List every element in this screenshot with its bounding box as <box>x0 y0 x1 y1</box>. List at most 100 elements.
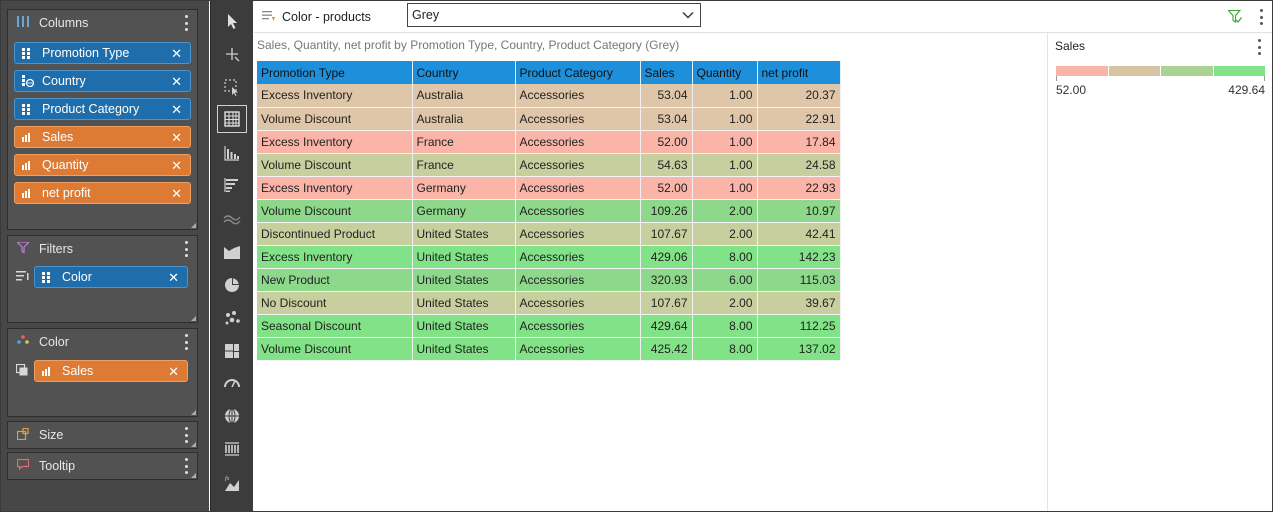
color-select-dropdown[interactable]: Grey <box>407 3 701 27</box>
table-cell: 112.25 <box>757 314 841 338</box>
table-cell: 1.00 <box>692 176 758 200</box>
formula-chart-icon[interactable]: fx <box>217 469 247 497</box>
treemap-icon[interactable] <box>217 337 247 365</box>
tooltip-menu-icon[interactable] <box>183 458 189 474</box>
scatter-icon[interactable] <box>217 304 247 332</box>
dimension-icon <box>42 271 54 283</box>
copy-style-icon[interactable] <box>15 363 28 379</box>
filter-list-icon[interactable] <box>16 271 29 285</box>
table-cell: Germany <box>412 176 516 200</box>
remove-icon[interactable]: ✕ <box>171 46 182 62</box>
remove-icon[interactable]: ✕ <box>168 270 179 286</box>
bar-chart-icon[interactable] <box>217 171 247 199</box>
resize-corner-icon[interactable] <box>191 410 196 415</box>
pointer-icon[interactable] <box>217 7 247 35</box>
columns-label: Columns <box>39 16 89 30</box>
table-cell: Accessories <box>515 291 641 315</box>
legend-menu-icon[interactable] <box>1258 39 1262 55</box>
remove-icon[interactable]: ✕ <box>171 74 182 90</box>
remove-icon[interactable]: ✕ <box>171 102 182 118</box>
legend-swatch <box>1213 66 1265 76</box>
table-cell: Volume Discount <box>257 199 413 223</box>
table-row[interactable]: Excess Inventory Germany Accessories 52.00 1… <box>257 176 841 200</box>
table-row[interactable]: Seasonal Discount United States Accessorie… <box>257 314 841 338</box>
table-row[interactable]: New Product United States Accessories 320.9… <box>257 268 841 292</box>
remove-icon[interactable]: ✕ <box>171 158 182 174</box>
select-value: Grey <box>412 8 440 22</box>
filter-check-icon[interactable] <box>1227 9 1243 24</box>
field-pill-quantity[interactable]: Quantity ✕ <box>14 154 191 176</box>
line-chart-icon[interactable] <box>217 205 247 233</box>
field-pill-product-category[interactable]: Product Category ✕ <box>14 98 191 120</box>
table-row[interactable]: Excess Inventory United States Accessories… <box>257 245 841 269</box>
legend-panel: Sales 52.00 429.64 <box>1047 33 1272 511</box>
field-pill-sales[interactable]: Sales ✕ <box>14 126 191 148</box>
table-cell: 53.04 <box>640 84 693 108</box>
filters-header: Filters <box>8 236 197 262</box>
column-header[interactable]: Quantity <box>692 61 758 84</box>
table-row[interactable]: Discontinued Product United States Accesso… <box>257 222 841 246</box>
field-pill-country[interactable]: Country ✕ <box>14 70 191 92</box>
resize-corner-icon[interactable] <box>191 473 196 478</box>
size-section[interactable]: Size <box>7 421 198 449</box>
table-cell: 54.63 <box>640 153 693 177</box>
pill-label: Country <box>42 74 86 88</box>
column-header[interactable]: Country <box>412 61 516 84</box>
column-header[interactable]: Sales <box>640 61 693 84</box>
size-icon <box>16 427 30 443</box>
color-pill-sales[interactable]: Sales ✕ <box>34 360 188 382</box>
pivot-grid-icon[interactable] <box>217 435 247 463</box>
gauge-icon[interactable] <box>217 369 247 397</box>
column-header[interactable]: Product Category <box>515 61 641 84</box>
table-row[interactable]: Volume Discount United States Accessories 4… <box>257 337 841 361</box>
color-menu-icon[interactable] <box>183 334 189 350</box>
filter-pill-color[interactable]: Color ✕ <box>34 266 188 288</box>
area-chart-icon[interactable] <box>217 238 247 266</box>
table-row[interactable]: Volume Discount Germany Accessories 109.26 2… <box>257 199 841 223</box>
table-cell: 1.00 <box>692 84 758 108</box>
color-legend-bar <box>1056 66 1265 76</box>
table-cell: New Product <box>257 268 413 292</box>
resize-corner-icon[interactable] <box>191 442 196 447</box>
table-cell: 22.93 <box>757 176 841 200</box>
column-header[interactable]: net profit <box>757 61 841 84</box>
size-menu-icon[interactable] <box>183 427 189 443</box>
pie-chart-icon[interactable] <box>217 271 247 299</box>
table-row[interactable]: Excess Inventory Australia Accessories 53.0… <box>257 84 841 108</box>
table-cell: 8.00 <box>692 245 758 269</box>
resize-corner-icon[interactable] <box>191 316 196 321</box>
pill-label: Sales <box>62 364 94 378</box>
table-row[interactable]: Volume Discount Australia Accessories 53.04… <box>257 107 841 131</box>
table-row[interactable]: Volume Discount France Accessories 54.63 1.0… <box>257 153 841 177</box>
table-icon[interactable] <box>217 105 247 133</box>
column-header[interactable]: Promotion Type <box>257 61 413 84</box>
field-pill-net-profit[interactable]: net profit ✕ <box>14 182 191 204</box>
data-table: Promotion Type Country Product Category … <box>257 61 841 361</box>
remove-icon[interactable]: ✕ <box>171 186 182 202</box>
table-row[interactable]: No Discount United States Accessories 107.6… <box>257 291 841 315</box>
filters-menu-icon[interactable] <box>183 241 189 257</box>
marquee-select-icon[interactable] <box>217 73 247 101</box>
remove-icon[interactable]: ✕ <box>168 364 179 380</box>
legend-max-value: 429.64 <box>1228 83 1265 97</box>
table-cell: 1.00 <box>692 130 758 154</box>
filter-funnel-icon <box>15 241 31 256</box>
table-header-row: Promotion Type Country Product Category … <box>257 61 841 84</box>
table-cell: Australia <box>412 107 516 131</box>
resize-corner-icon[interactable] <box>191 223 196 228</box>
columns-section: Columns Promotion Type ✕ Country ✕ Produ… <box>7 9 198 230</box>
columns-menu-icon[interactable] <box>183 15 189 31</box>
remove-icon[interactable]: ✕ <box>171 130 182 146</box>
column-chart-icon[interactable] <box>217 139 247 167</box>
table-cell: 10.97 <box>757 199 841 223</box>
table-cell: Accessories <box>515 107 641 131</box>
measure-icon <box>22 160 34 170</box>
crosshair-icon[interactable] <box>217 40 247 68</box>
field-pill-promotion-type[interactable]: Promotion Type ✕ <box>14 42 191 64</box>
map-globe-icon[interactable] <box>217 402 247 430</box>
legend-min-value: 52.00 <box>1056 83 1087 97</box>
visual-menu-icon[interactable] <box>1260 9 1264 25</box>
table-row[interactable]: Excess Inventory France Accessories 52.00 1.… <box>257 130 841 154</box>
table-cell: 20.37 <box>757 84 841 108</box>
tooltip-section[interactable]: Tooltip <box>7 452 198 480</box>
